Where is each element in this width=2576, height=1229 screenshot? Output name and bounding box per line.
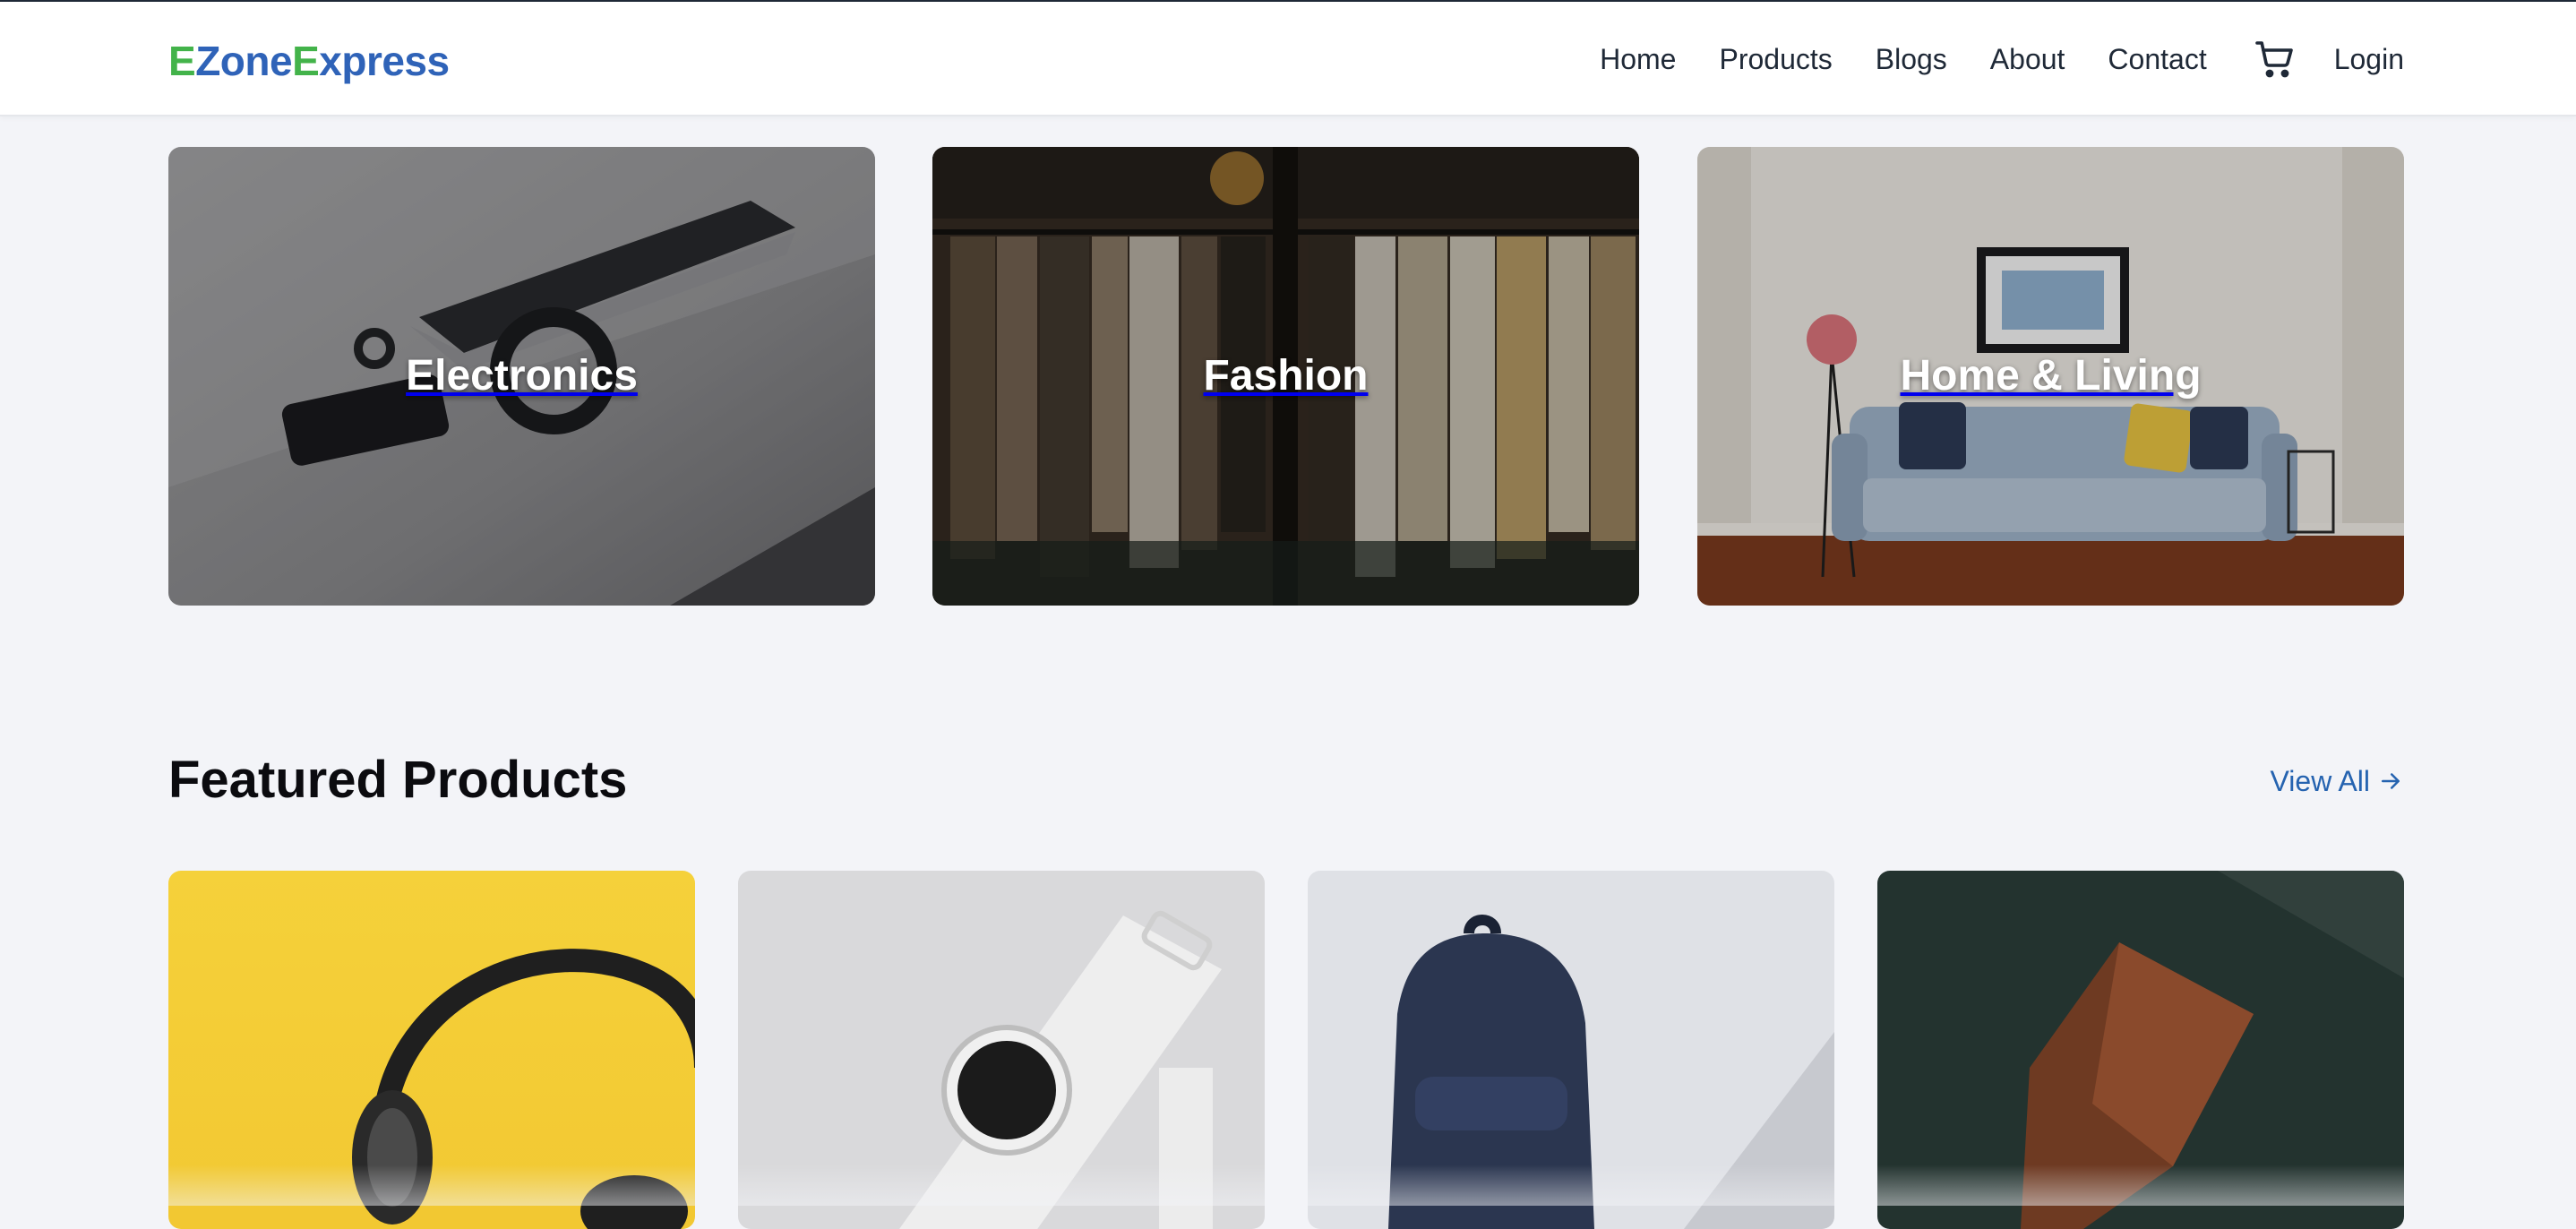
arrow-right-icon (2382, 773, 2400, 789)
category-label: Electronics (406, 352, 638, 400)
nav-blogs[interactable]: Blogs (1876, 41, 1947, 77)
category-label: Fashion (1203, 352, 1369, 400)
nav-about[interactable]: About (1990, 41, 2065, 77)
nav-products[interactable]: Products (1719, 41, 1832, 77)
brand-logo[interactable]: E Zone Express (168, 34, 450, 88)
category-card-electronics[interactable]: Electronics (168, 147, 875, 606)
nav-home[interactable]: Home (1600, 41, 1676, 77)
section-title: Featured Products (168, 751, 628, 809)
logo-text-xpress: xpress (319, 38, 450, 84)
login-link[interactable]: Login (2334, 41, 2404, 77)
logo-text-zone: Zone (195, 38, 293, 84)
cart-icon[interactable] (2252, 36, 2298, 82)
logo-letter-e2: E (292, 38, 320, 84)
view-all-link[interactable]: View All (2271, 763, 2404, 799)
nav-contact[interactable]: Contact (2108, 41, 2206, 77)
site-header: E Zone Express Home Products Blogs About … (0, 2, 2576, 116)
logo-letter-e1: E (168, 38, 196, 84)
main-nav: Home Products Blogs About Contact Login (1600, 2, 2404, 116)
category-card-home-living[interactable]: Home & Living (1697, 147, 2404, 606)
view-all-label: View All (2270, 765, 2370, 797)
category-card-fashion[interactable]: Fashion (932, 147, 1639, 606)
category-label: Home & Living (1900, 352, 2202, 400)
